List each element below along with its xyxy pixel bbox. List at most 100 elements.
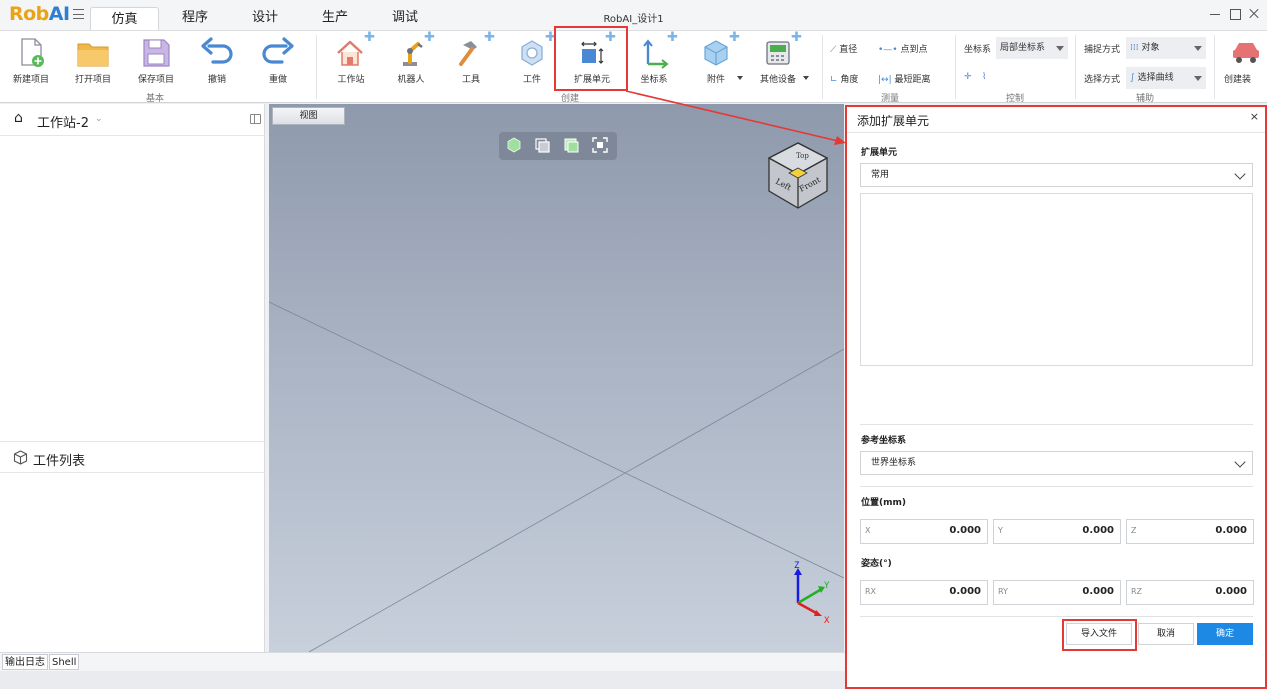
3d-viewport[interactable]: 视图 Top Left Front Z Y X: [269, 104, 844, 652]
redo-button[interactable]: 重做: [248, 34, 308, 90]
panel-toggle-icon[interactable]: [250, 114, 261, 124]
workpiece-list-header[interactable]: 工件列表: [0, 441, 265, 473]
tab-production[interactable]: 生产: [310, 8, 360, 30]
tab-shell[interactable]: Shell: [49, 654, 80, 670]
add-extension-unit-dialog: 添加扩展单元 × 扩展单元 常用 参考坐标系 世界坐标系 位置(mm) X 0.…: [847, 107, 1265, 687]
save-project-button[interactable]: 保存项目: [126, 34, 186, 90]
ribbon-toolbar: 新建项目 打开项目 保存项目 撤销 重做 基本 ✚ 工作站 ✚ 机器人 ✚ 工具…: [0, 30, 1267, 104]
add-tool-button[interactable]: ✚ 工具: [441, 31, 501, 90]
tab-simulation[interactable]: 仿真: [90, 7, 159, 31]
floor-grid-lines: [269, 301, 844, 652]
open-project-button[interactable]: 打开项目: [63, 34, 123, 90]
new-file-icon: [21, 38, 44, 67]
add-plus-icon: ✚: [729, 30, 740, 45]
add-workstation-button[interactable]: ✚ 工作站: [321, 31, 381, 90]
workstation-title: 工作站-2: [37, 116, 89, 131]
workpiece-list-title: 工件列表: [33, 454, 86, 469]
minimize-button[interactable]: [1206, 4, 1224, 22]
add-plus-icon: ✚: [605, 30, 616, 45]
grid-dots-icon: ⁞⁞⁞: [1130, 43, 1139, 53]
axis-x-label: X: [824, 616, 830, 626]
extension-unit-category-select[interactable]: 常用: [860, 163, 1253, 187]
ribbon-separator: [316, 35, 317, 99]
axis-z-label: Z: [794, 561, 800, 571]
add-plus-icon: ✚: [667, 30, 678, 45]
group-label-create: 创建: [560, 94, 579, 104]
view-toolbar: [499, 132, 617, 160]
tab-debug[interactable]: 调试: [380, 8, 430, 30]
divider: [847, 132, 1265, 133]
dialog-title: 添加扩展单元: [857, 114, 930, 128]
position-y-input[interactable]: Y 0.000: [993, 519, 1121, 544]
measure-diameter-button[interactable]: ⟋ 直径: [830, 42, 857, 55]
divider: [860, 486, 1253, 487]
ribbon-separator: [822, 35, 823, 99]
orientation-rz-input[interactable]: RZ 0.000: [1126, 580, 1254, 605]
shaded-view-icon[interactable]: [505, 136, 523, 154]
reference-coord-label: 参考坐标系: [861, 436, 907, 446]
chevron-down-icon: [1234, 168, 1246, 180]
measure-shortest-distance-button[interactable]: |↔| 最短距离: [878, 72, 931, 85]
fit-view-icon[interactable]: [591, 136, 609, 154]
confirm-button[interactable]: 确定: [1197, 623, 1253, 645]
reference-coord-select[interactable]: 世界坐标系: [860, 451, 1253, 475]
tab-view[interactable]: 视图: [272, 107, 345, 125]
undo-button[interactable]: 撤销: [187, 34, 247, 90]
other-device-button[interactable]: ✚ 其他设备: [748, 30, 809, 90]
position-x-input[interactable]: X 0.000: [860, 519, 988, 544]
undo-arrow-icon: [201, 37, 233, 64]
extension-unit-list[interactable]: [860, 193, 1253, 366]
coord-system-dropdown[interactable]: 局部坐标系: [996, 37, 1068, 59]
redo-arrow-icon: [262, 37, 294, 64]
new-project-button[interactable]: 新建项目: [1, 34, 61, 90]
select-mode-dropdown[interactable]: ∫ 选择曲线: [1126, 67, 1206, 89]
add-plus-icon: ✚: [791, 30, 802, 45]
chevron-down-icon: [1194, 76, 1202, 81]
orientation-ry-input[interactable]: RY 0.000: [993, 580, 1121, 605]
divider: [860, 424, 1253, 425]
point-to-point-icon: •—•: [878, 45, 898, 55]
group-label-basic: 基本: [145, 94, 164, 104]
left-panel: ⌂ 工作站-2 ⌄ 工件列表: [0, 104, 265, 652]
chevron-down-icon[interactable]: ⌄: [95, 114, 103, 124]
workstation-header[interactable]: ⌂ 工作站-2 ⌄: [0, 104, 265, 136]
tab-program[interactable]: 程序: [170, 8, 220, 30]
add-plus-icon: ✚: [424, 30, 435, 45]
ribbon-separator: [1075, 35, 1076, 99]
solid-view-icon[interactable]: [562, 136, 580, 154]
create-device-button[interactable]: 创建装: [1222, 34, 1267, 90]
navigation-cube[interactable]: Top Left Front: [765, 140, 831, 212]
tab-output-log[interactable]: 输出日志: [2, 654, 48, 670]
chevron-down-icon: [1234, 456, 1246, 468]
orientation-rx-input[interactable]: RX 0.000: [860, 580, 988, 605]
position-z-input[interactable]: Z 0.000: [1126, 519, 1254, 544]
capture-mode-label: 捕捉方式: [1084, 45, 1121, 55]
title-bar: RobAI 仿真 程序 设计 生产 调试 RobAI_设计1: [0, 0, 1267, 31]
divider: [860, 616, 1253, 617]
move-cross-icon[interactable]: ✛: [964, 72, 972, 82]
tab-design[interactable]: 设计: [240, 8, 290, 30]
add-extension-unit-button[interactable]: ✚ 扩展单元: [562, 30, 622, 90]
add-attachment-button[interactable]: ✚ 附件: [686, 30, 746, 90]
capture-mode-dropdown[interactable]: ⁞⁞⁞ 对象: [1126, 37, 1206, 59]
measure-point-to-point-button[interactable]: •—• 点到点: [878, 42, 928, 55]
extension-unit-label: 扩展单元: [861, 148, 898, 158]
group-label-control: 控制: [1005, 94, 1024, 104]
hamburger-menu-icon[interactable]: [73, 9, 84, 19]
axis-triad: Z Y X: [794, 561, 830, 626]
maximize-button[interactable]: [1226, 4, 1244, 22]
dialog-close-button[interactable]: ×: [1250, 110, 1259, 123]
select-mode-label: 选择方式: [1084, 75, 1121, 85]
add-coord-system-button[interactable]: ✚ 坐标系: [624, 30, 684, 90]
add-workpiece-button[interactable]: ✚ 工件: [502, 31, 562, 90]
snap-grid-icon[interactable]: ⌇: [982, 72, 986, 82]
add-robot-button[interactable]: ✚ 机器人: [381, 30, 441, 90]
angle-icon: ∟: [830, 75, 838, 85]
import-file-button[interactable]: 导入文件: [1066, 623, 1132, 645]
group-label-assist: 辅助: [1135, 94, 1154, 104]
chevron-down-icon: [1194, 46, 1202, 51]
cancel-button[interactable]: 取消: [1138, 623, 1194, 645]
measure-angle-button[interactable]: ∟ 角度: [830, 72, 858, 85]
close-window-button[interactable]: [1245, 4, 1263, 22]
wireframe-view-icon[interactable]: [533, 136, 551, 154]
